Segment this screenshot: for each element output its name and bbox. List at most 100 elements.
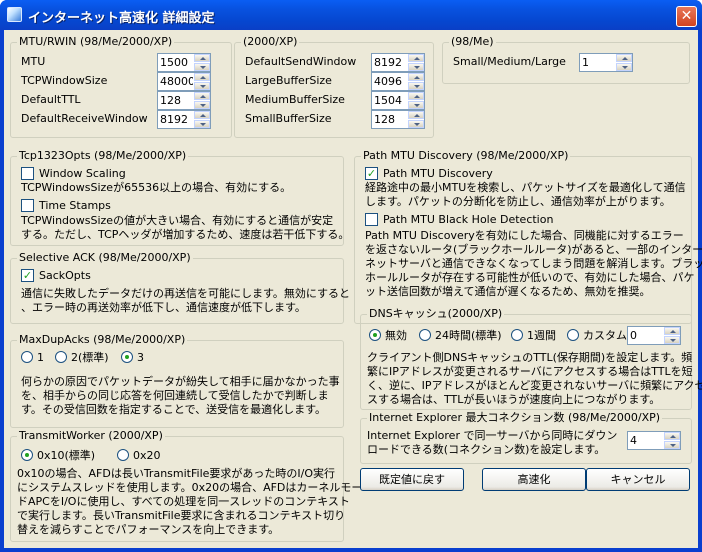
ie-connections-input[interactable]	[628, 432, 665, 449]
path-mtu-group-title: Path MTU Discovery (98/Me/2000/XP)	[361, 149, 571, 163]
window-scaling-checkbox[interactable]	[21, 167, 34, 180]
dns-radio-24h[interactable]	[419, 329, 431, 341]
spin-down-icon[interactable]	[194, 101, 210, 109]
large-buffer-size-spinner[interactable]	[371, 72, 425, 91]
default-send-window-spinner[interactable]	[371, 53, 425, 72]
tcp-window-size-spinner[interactable]	[157, 72, 211, 91]
black-hole-detection-checkbox[interactable]	[365, 213, 378, 226]
spin-up-icon[interactable]	[408, 111, 424, 119]
spin-down-icon[interactable]	[194, 82, 210, 90]
ie-connections-group-title: Internet Explorer 最大コネクション数 (98/Me/2000/…	[367, 411, 663, 425]
size-group: (98/Me) Small/Medium/Large	[442, 35, 690, 84]
spin-up-icon[interactable]	[664, 327, 680, 335]
transmit-desc-line-5: 替えを減らすことでパフォーマンスを向上できます。	[17, 523, 280, 536]
ie-connections-spinner[interactable]	[627, 431, 681, 450]
sackopts-checkbox[interactable]: ✓	[21, 269, 34, 282]
client-area: MTU/RWIN (98/Me/2000/XP) MTU TCPWindowSi…	[4, 30, 702, 548]
medium-buffer-size-input[interactable]	[372, 92, 409, 109]
default-receive-window-label: DefaultReceiveWindow	[21, 112, 148, 125]
path-mtu-desc-line-1: 経路途中の最小MTUを検索し、パケットサイズを最適化して通信	[365, 181, 686, 194]
mtu-spinner[interactable]	[157, 53, 211, 72]
spin-down-icon[interactable]	[408, 63, 424, 71]
transmit-desc-line-1: 0x10の場合、AFDは長いTransmitFile要求があった時のI/O実行	[17, 467, 335, 480]
spin-down-icon[interactable]	[408, 101, 424, 109]
default-receive-window-input[interactable]	[158, 111, 195, 128]
spin-down-icon[interactable]	[616, 63, 632, 71]
spin-up-icon[interactable]	[664, 432, 680, 440]
transmit-desc-line-2: にシステムスレッドを使用します。0x20の場合、AFDはカーネルモー	[17, 481, 363, 494]
time-stamps-checkbox[interactable]	[21, 199, 34, 212]
spin-down-icon[interactable]	[408, 82, 424, 90]
default-ttl-spinner[interactable]	[157, 91, 211, 110]
spin-up-icon[interactable]	[408, 54, 424, 62]
dns-cache-group: DNSキャッシュ(2000/XP) 無効 24時間(標準) 1週間 カスタム ク…	[360, 307, 702, 410]
dns-radio-1week[interactable]	[511, 329, 523, 341]
dns-option-custom: カスタム	[583, 329, 627, 342]
dns-radio-disabled[interactable]	[369, 329, 381, 341]
large-buffer-size-label: LargeBufferSize	[245, 74, 332, 87]
spin-up-icon[interactable]	[616, 54, 632, 62]
default-receive-window-spinner[interactable]	[157, 110, 211, 129]
transmit-desc-line-4: で実行します。長いTransmitFile要求に含まれるコンテキスト切り	[17, 509, 346, 522]
spin-up-icon[interactable]	[194, 54, 210, 62]
ie-connections-group: Internet Explorer 最大コネクション数 (98/Me/2000/…	[360, 411, 692, 464]
dns-cache-group-title: DNSキャッシュ(2000/XP)	[367, 307, 505, 321]
buffer-group-title: (2000/XP)	[241, 35, 300, 49]
dns-option-disabled: 無効	[385, 329, 407, 342]
close-button[interactable]: ✕	[676, 6, 697, 27]
default-ttl-input[interactable]	[158, 92, 195, 109]
large-buffer-size-input[interactable]	[372, 73, 409, 90]
mtu-input[interactable]	[158, 54, 195, 71]
black-hole-desc-line-4: ホールルータが存在する可能性が低いので、有効にした場合、パケ	[365, 271, 695, 284]
maxdupacks-radio-1[interactable]	[21, 351, 33, 363]
maxdupacks-group: MaxDupAcks (98/Me/2000/XP) 1 2(標準) 3 何らか…	[10, 333, 344, 428]
ie-desc-line-2: ロードできる数(コネクション数)を設定します。	[367, 443, 606, 456]
spin-down-icon[interactable]	[194, 120, 210, 128]
dns-radio-custom[interactable]	[567, 329, 579, 341]
ie-desc-line-1: Internet Explorer で同一サーバから同時にダウン	[367, 429, 618, 442]
window-scaling-desc: TCPWindowsSizeが65536以上の場合、有効にする。	[21, 181, 292, 194]
spin-up-icon[interactable]	[408, 92, 424, 100]
transmit-radio-0x20[interactable]	[117, 449, 129, 461]
tcp1323-group-title: Tcp1323Opts (98/Me/2000/XP)	[17, 149, 189, 163]
tcp-window-size-input[interactable]	[158, 73, 195, 90]
size-group-title: (98/Me)	[449, 35, 496, 49]
path-mtu-desc-line-2: します。パケットの分断化を防止し、通信効率が上がります。	[365, 195, 671, 208]
path-mtu-discovery-checkbox[interactable]: ✓	[365, 167, 378, 180]
transmit-radio-0x10[interactable]	[21, 449, 33, 461]
speedup-button[interactable]: 高速化	[482, 468, 586, 491]
mtu-rwin-group: MTU/RWIN (98/Me/2000/XP) MTU TCPWindowSi…	[10, 35, 232, 138]
small-buffer-size-spinner[interactable]	[371, 110, 425, 129]
mtu-rwin-group-title: MTU/RWIN (98/Me/2000/XP)	[17, 35, 175, 49]
small-medium-large-spinner[interactable]	[579, 53, 633, 72]
maxdupacks-radio-2[interactable]	[55, 351, 67, 363]
spin-down-icon[interactable]	[664, 336, 680, 344]
spin-up-icon[interactable]	[408, 73, 424, 81]
window-scaling-label: Window Scaling	[39, 167, 126, 180]
black-hole-desc-line-2: を返さないルータ(ブラックホールルータ)があると、一部のインター	[365, 243, 702, 256]
medium-buffer-size-spinner[interactable]	[371, 91, 425, 110]
black-hole-detection-label: Path MTU Black Hole Detection	[383, 213, 554, 226]
spin-down-icon[interactable]	[194, 63, 210, 71]
spin-up-icon[interactable]	[194, 111, 210, 119]
small-medium-large-label: Small/Medium/Large	[453, 55, 566, 68]
default-send-window-input[interactable]	[372, 54, 409, 71]
spin-up-icon[interactable]	[194, 92, 210, 100]
black-hole-desc-line-5: ット送信回数が増えて通信が遅くなるため、無効を推奨。	[365, 285, 651, 298]
dns-desc-line-3: く、逆に、IPアドレスがほとんど変更されないサーバに頻繁にアクセ	[367, 379, 702, 392]
small-medium-large-input[interactable]	[580, 54, 617, 71]
spin-down-icon[interactable]	[664, 441, 680, 449]
dns-custom-spinner[interactable]	[627, 326, 681, 345]
time-stamps-desc-line-1: TCPWindowsSizeの値が大きい場合、有効にすると通信が安定	[21, 214, 334, 227]
reset-defaults-button[interactable]: 既定値に戻す	[360, 468, 464, 491]
spin-down-icon[interactable]	[408, 120, 424, 128]
cancel-button[interactable]: キャンセル	[586, 468, 690, 491]
small-buffer-size-input[interactable]	[372, 111, 409, 128]
default-send-window-label: DefaultSendWindow	[245, 55, 357, 68]
spin-up-icon[interactable]	[194, 73, 210, 81]
maxdupacks-radio-3[interactable]	[121, 351, 133, 363]
path-mtu-discovery-label: Path MTU Discovery	[383, 167, 493, 180]
dns-desc-line-2: 繁にIPアドレスが変更されるサーバにアクセスする場合はTTLを短	[367, 365, 693, 378]
dns-custom-input[interactable]	[628, 327, 665, 344]
dns-desc-line-4: スする場合は、TTLが長いほうが速度向上につながります。	[367, 393, 661, 406]
